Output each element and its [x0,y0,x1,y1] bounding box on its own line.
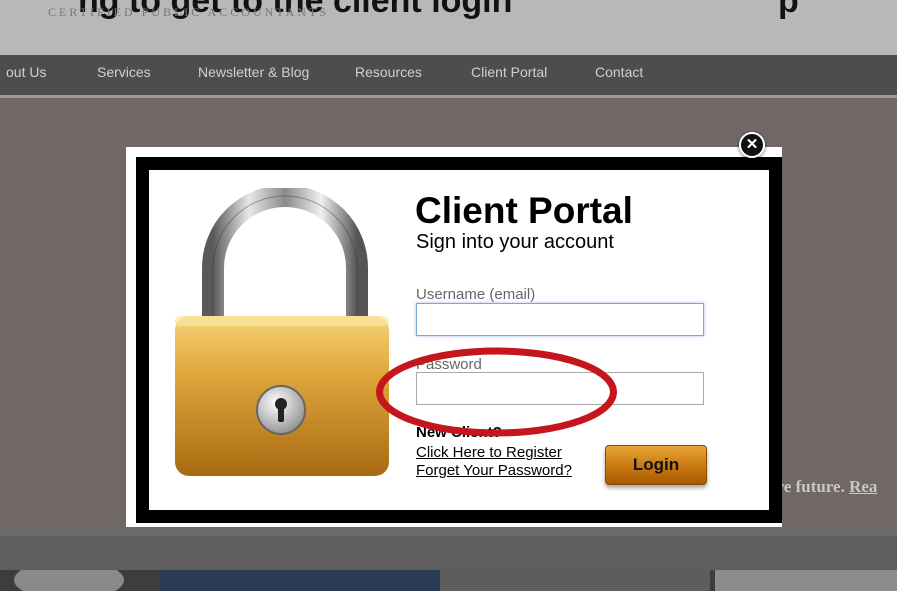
padlock-icon [175,188,389,476]
bottom-image-4 [715,570,897,591]
forgot-password-link[interactable]: Forget Your Password? [416,462,572,479]
hero-read-link[interactable]: Rea [849,477,877,496]
login-button[interactable]: Login [605,445,707,485]
bottom-images [0,570,897,591]
bottom-image-2 [160,570,440,591]
site-tagline: CERTIFIED PUBLIC ACCOUNTANTS [48,5,329,19]
nav-resources[interactable]: Resources [355,64,422,80]
nav-services[interactable]: Services [97,64,151,80]
footer-strip [0,536,897,570]
site-nav: out Us Services Newsletter & Blog Resour… [0,55,897,95]
annotation-circle [376,347,617,437]
portal-title: Client Portal [415,190,633,231]
annotation-heading-right: p [778,0,799,20]
nav-client-portal[interactable]: Client Portal [471,64,547,80]
portal-subtitle: Sign into your account [416,231,614,253]
nav-contact[interactable]: Contact [595,64,643,80]
nav-newsletter[interactable]: Newsletter & Blog [198,64,309,80]
bottom-image-3 [440,570,710,591]
username-label: Username (email) [416,286,536,303]
register-link[interactable]: Click Here to Register [416,444,562,461]
hero-band [0,526,897,536]
nav-about[interactable]: out Us [6,64,46,80]
bottom-image-1 [14,570,124,591]
site-header: ng to get to the client login p CERTIFIE… [0,0,897,55]
username-input[interactable] [416,303,704,336]
close-icon[interactable]: ✕ [739,132,765,158]
